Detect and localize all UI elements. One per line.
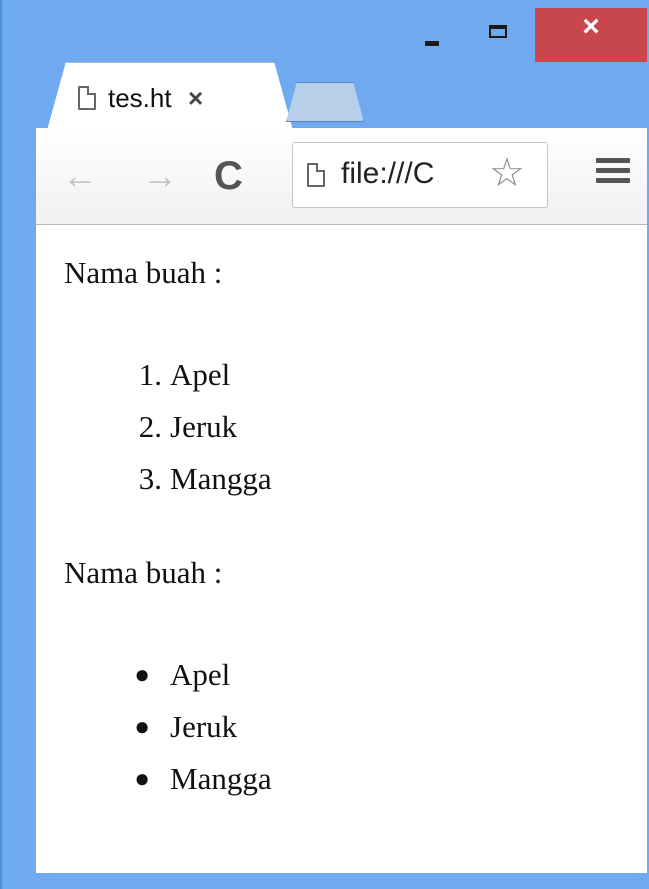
back-arrow-icon[interactable]: ← <box>62 158 98 194</box>
hamburger-menu-icon[interactable] <box>596 158 630 188</box>
list-item: 1. Apel <box>102 349 272 401</box>
ordered-list: 1. Apel 2. Jeruk 3. Mangga <box>102 349 272 505</box>
tab-title: tes.ht <box>108 82 172 113</box>
list-marker: 1. <box>138 357 162 392</box>
reload-icon[interactable]: C <box>214 156 243 196</box>
list-item: 2. Jeruk <box>102 401 272 453</box>
tab-close-icon[interactable]: × <box>188 83 203 114</box>
list-marker: 2. <box>138 409 162 444</box>
maximize-icon <box>489 24 507 38</box>
bullet-icon: ● <box>134 660 150 689</box>
close-window-button[interactable]: × <box>535 8 647 62</box>
list-item: 3. Mangga <box>102 453 272 505</box>
bullet-icon: ● <box>134 764 150 793</box>
page-icon <box>78 86 96 110</box>
list-item-label: Apel <box>170 657 231 692</box>
list-item: ● Jeruk <box>102 701 272 753</box>
tab-active-content[interactable]: tes.ht × <box>78 78 278 118</box>
window-bottom-frame <box>36 873 647 889</box>
heading-fruit-names: Nama buah : <box>64 255 223 290</box>
unordered-list: ● Apel ● Jeruk ● Mangga <box>102 649 272 805</box>
list-item-label: Apel <box>170 357 231 392</box>
page-icon <box>307 163 325 187</box>
page-content: Nama buah : 1. Apel 2. Jeruk 3. Mangga N… <box>36 225 647 873</box>
list-item-label: Mangga <box>170 761 272 796</box>
list-item: ● Apel <box>102 649 272 701</box>
minimize-button[interactable] <box>402 8 462 62</box>
heading-fruit-names: Nama buah : <box>64 555 223 590</box>
list-item-label: Jeruk <box>170 709 238 744</box>
bookmark-star-icon[interactable]: ☆ <box>489 151 525 195</box>
close-icon: × <box>582 10 600 43</box>
list-item-label: Mangga <box>170 461 272 496</box>
browser-toolbar: ← → C file:///C ☆ <box>36 128 647 225</box>
new-tab-button[interactable] <box>286 82 364 122</box>
list-item-label: Jeruk <box>170 409 238 444</box>
address-bar[interactable]: file:///C ☆ <box>292 142 548 208</box>
maximize-button[interactable] <box>468 8 528 62</box>
browser-window: × tes.ht × ← → C file:///C ☆ Nama buah :… <box>0 0 649 889</box>
bullet-icon: ● <box>134 712 150 741</box>
forward-arrow-icon[interactable]: → <box>142 158 178 194</box>
list-marker: 3. <box>138 461 162 496</box>
list-item: ● Mangga <box>102 753 272 805</box>
address-url[interactable]: file:///C <box>341 157 485 191</box>
minimize-icon <box>425 40 439 46</box>
